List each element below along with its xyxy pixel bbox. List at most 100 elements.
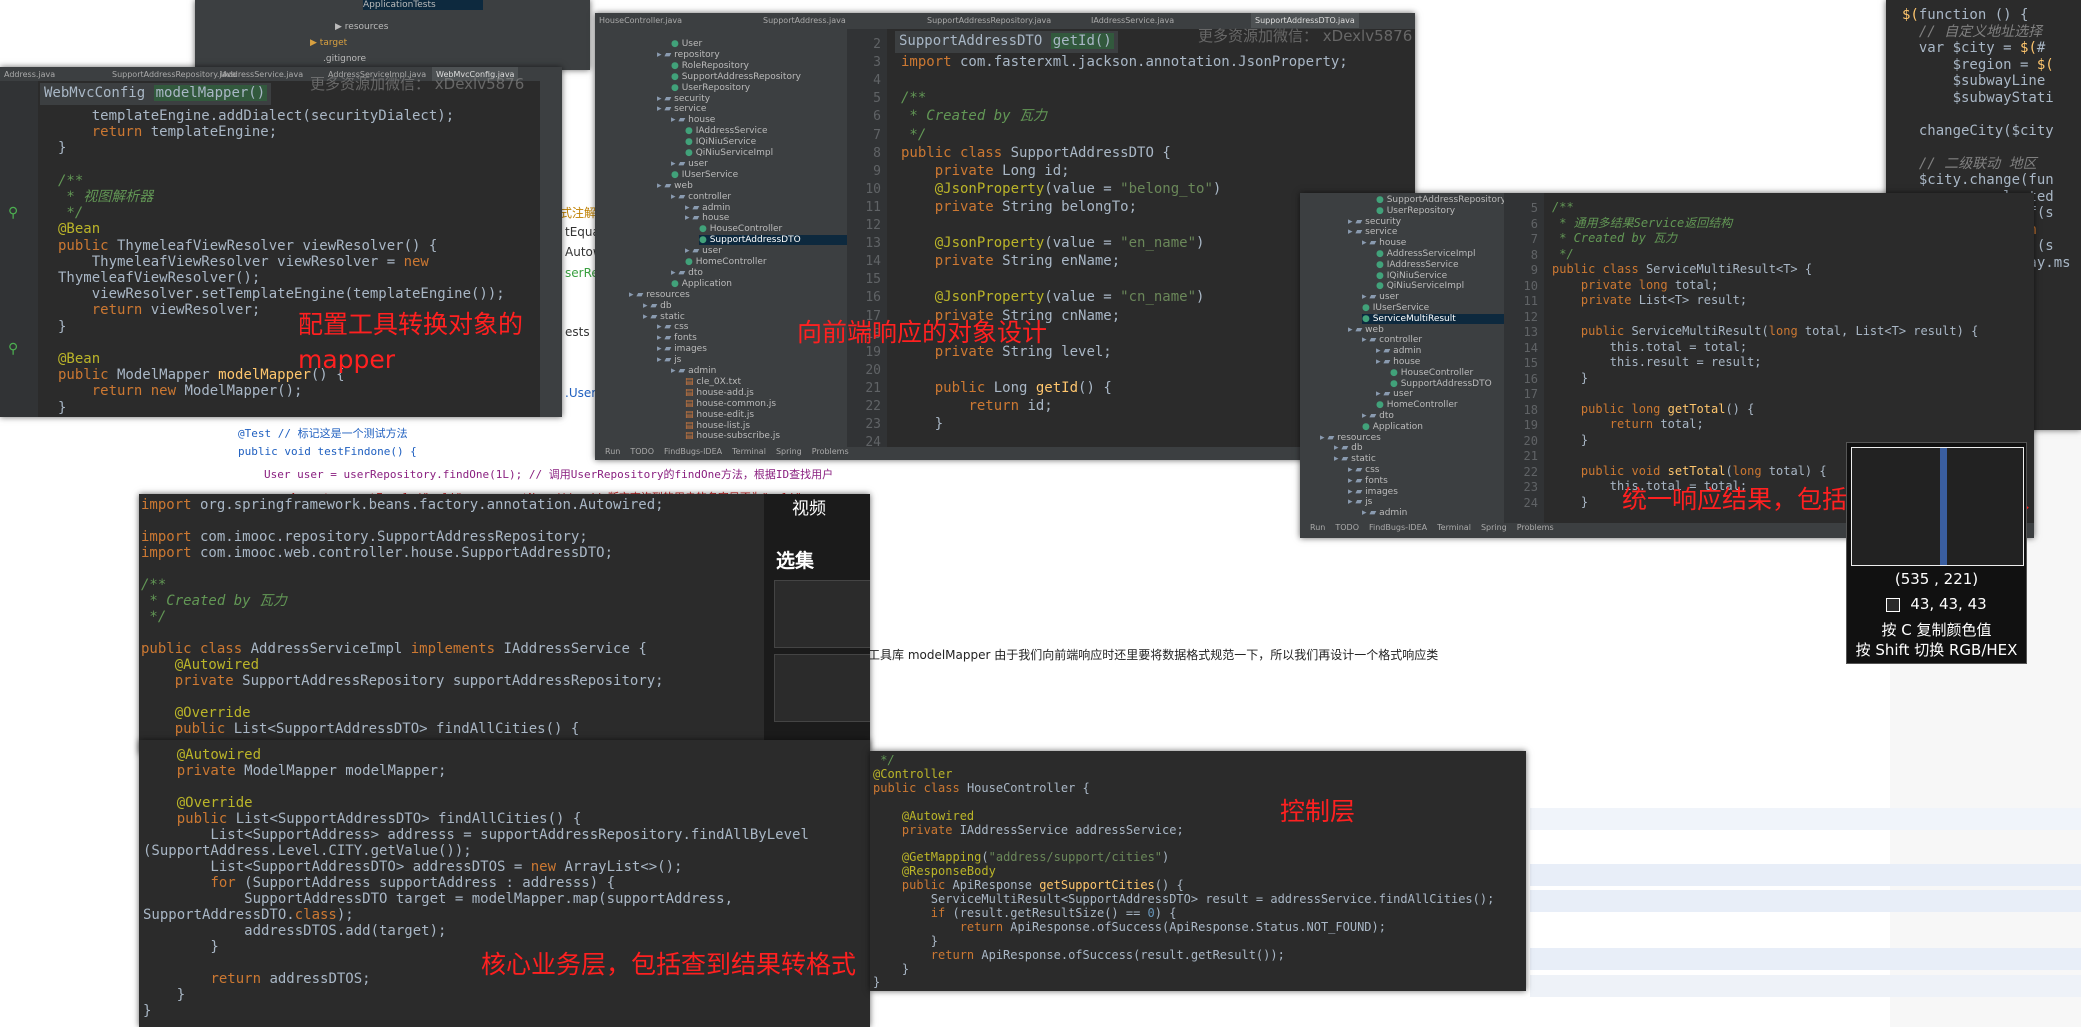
tree-node[interactable]: ▸ ▰ service [657,104,706,114]
tree-node[interactable]: ▤ cle_0X.txt [685,377,741,387]
code-line[interactable]: @Bean [58,222,100,236]
tree-node[interactable]: ▸ ▰ security [1348,217,1401,227]
code-line[interactable]: */ [873,754,894,766]
code-line[interactable]: @Override [141,706,251,720]
tree-node[interactable]: ● IQiNiuService [685,137,756,147]
code-line[interactable]: import com.imooc.repository.SupportAddre… [141,530,588,544]
code-line[interactable]: ThymeleafViewResolver viewResolver = new [58,255,429,269]
code-line[interactable]: return templateEngine; [58,125,277,139]
tree-node[interactable]: ▸ ▰ house [671,115,715,125]
tree-node[interactable]: ● IAddressService [685,126,767,136]
code-line[interactable]: private String enName; [901,254,1120,268]
code-line[interactable]: } [873,935,938,947]
tree-node[interactable]: ● IAddressService [1376,260,1458,270]
tree-node[interactable]: ▸ ▰ resources [629,290,690,300]
code-line[interactable]: return ApiResponse.ofSuccess(ApiResponse… [873,921,1386,933]
code-line[interactable]: */ [1552,248,1573,260]
code-line[interactable]: return ApiResponse.ofSuccess(result.getR… [873,949,1285,961]
code-line[interactable]: public ApiResponse getSupportCities() { [873,879,1184,891]
breadcrumb-class[interactable]: SupportAddressDTO [899,33,1042,49]
tree-node[interactable]: .gitignore [323,54,366,64]
tree-node[interactable]: ▸ ▰ images [657,344,707,354]
tree-node[interactable]: ▸ ▰ admin [1376,346,1421,356]
code-line[interactable]: @Autowired [143,748,261,762]
tree-node[interactable]: ● User [671,39,702,49]
code-line[interactable]: (SupportAddress.Level.CITY.getValue()); [143,844,472,858]
code-line[interactable]: @Controller [873,768,952,780]
code-line[interactable]: } [873,976,880,988]
tool-window-button[interactable]: Problems [812,447,849,456]
tree-node[interactable]: ▶ target [310,38,347,48]
tree-node[interactable]: ▸ ▰ css [1348,465,1380,475]
breadcrumb-method[interactable]: getId() [1050,33,1114,49]
tree-node[interactable]: ▸ ▰ service [1348,227,1397,237]
tree-node[interactable]: ▸ ▰ dto [1362,411,1394,421]
code-line[interactable]: } [58,320,66,334]
code-line[interactable]: } [901,417,943,431]
tree-node[interactable]: ● SupportAddressDTO [1390,379,1492,389]
code-line[interactable]: private List<T> result; [1552,294,1747,306]
tree-node[interactable]: ▤ house-list.js [685,421,750,431]
tree-node[interactable]: ▤ house-common.js [685,399,776,409]
tree-node[interactable]: ▸ ▰ static [643,312,685,322]
js-code-line[interactable]: $city.change(fun [1902,173,2054,187]
code-line[interactable]: List<SupportAddress> addresss = supportA… [143,828,808,842]
tree-node[interactable]: ● UserRepository [1376,206,1455,216]
code-line[interactable]: @Autowired [873,810,974,822]
tree-node[interactable]: ● HouseController [699,224,782,234]
tree-node[interactable]: ▸ ▰ house [1376,357,1420,367]
tree-node[interactable]: ▸ ▰ admin [685,203,730,213]
js-code-line[interactable]: // 自定义地址选择 [1902,25,2042,39]
code-line[interactable]: public Long getId() { [901,381,1112,395]
code-line[interactable]: this.total = total; [1552,341,1747,353]
code-line[interactable]: @Autowired [141,658,259,672]
code-line[interactable]: public long getTotal() { [1552,403,1754,415]
tree-node[interactable]: ● RoleRepository [671,61,749,71]
tool-window-button[interactable]: Spring [1481,523,1507,532]
code-line[interactable]: } [143,988,185,1002]
tree-node[interactable]: ▤ house-subscribe.js [685,431,780,441]
breadcrumb[interactable]: WebMvcConfig modelMapper() [40,83,272,105]
tree-node[interactable]: ● Application [1362,422,1423,432]
tree-node[interactable]: ▸ ▰ js [1348,497,1372,507]
tree-node[interactable]: ▸ ▰ controller [1362,335,1422,345]
code-line[interactable]: public class ServiceMultiResult<T> { [1552,263,1812,275]
js-code-line[interactable]: $subwayStati [1902,91,2054,105]
code-line[interactable]: public ThymeleafViewResolver viewResolve… [58,239,437,253]
editor-tab[interactable]: IAddressService.java [1087,13,1178,28]
code-line[interactable]: @Override [143,796,253,810]
tree-node[interactable]: ▸ ▰ repository [657,50,720,60]
tree-node[interactable]: ● IUserService [671,170,738,180]
tree-node[interactable]: ▸ ▰ images [1348,487,1398,497]
tree-node[interactable]: ▸ ▰ admin [1362,508,1407,518]
code-line[interactable]: } [1552,434,1588,446]
tree-node[interactable]: ● AddressServiceImpl [1376,249,1475,259]
code-line[interactable]: } [873,963,909,975]
tree-node[interactable]: ▸ ▰ db [643,301,672,311]
tree-node[interactable]: ▸ ▰ user [671,159,708,169]
tree-node[interactable]: ▸ ▰ controller [671,192,731,202]
code-line[interactable]: public class AddressServiceImpl implemen… [141,642,647,656]
js-code-line[interactable]: var $city = $(# [1902,41,2045,55]
tool-window-button[interactable]: Spring [776,447,802,456]
code-line[interactable]: public List<SupportAddressDTO> findAllCi… [141,722,580,736]
code-line[interactable]: @GetMapping("address/support/cities") [873,851,1169,863]
tree-node[interactable]: ▸ ▰ css [657,322,689,332]
editor-tab[interactable]: IAddressService.java [216,67,307,81]
tree-node[interactable]: ▸ ▰ fonts [657,333,697,343]
code-line[interactable]: * 视图解析器 [58,190,153,204]
code-line[interactable]: @JsonProperty(value = "cn_name") [901,290,1205,304]
code-line[interactable]: * Created by 瓦力 [141,594,287,608]
editor-tab[interactable]: HouseController.java [595,13,686,28]
code-line[interactable]: private long total; [1552,279,1718,291]
code-line[interactable]: /** [141,578,166,592]
tool-window-button[interactable]: TODO [630,447,654,456]
code-line[interactable]: /** [1552,201,1574,213]
tree-node[interactable]: ● SupportAddressDTO [699,235,847,246]
tree-node[interactable]: ▸ ▰ user [685,246,722,256]
tree-node[interactable]: ● IUserService [1362,303,1429,313]
tool-window-button[interactable]: Run [1310,523,1325,532]
tree-node[interactable]: ▸ ▰ resources [1320,433,1381,443]
js-code-line[interactable]: $region = $( [1902,58,2054,72]
video-thumbnail[interactable] [774,654,870,722]
